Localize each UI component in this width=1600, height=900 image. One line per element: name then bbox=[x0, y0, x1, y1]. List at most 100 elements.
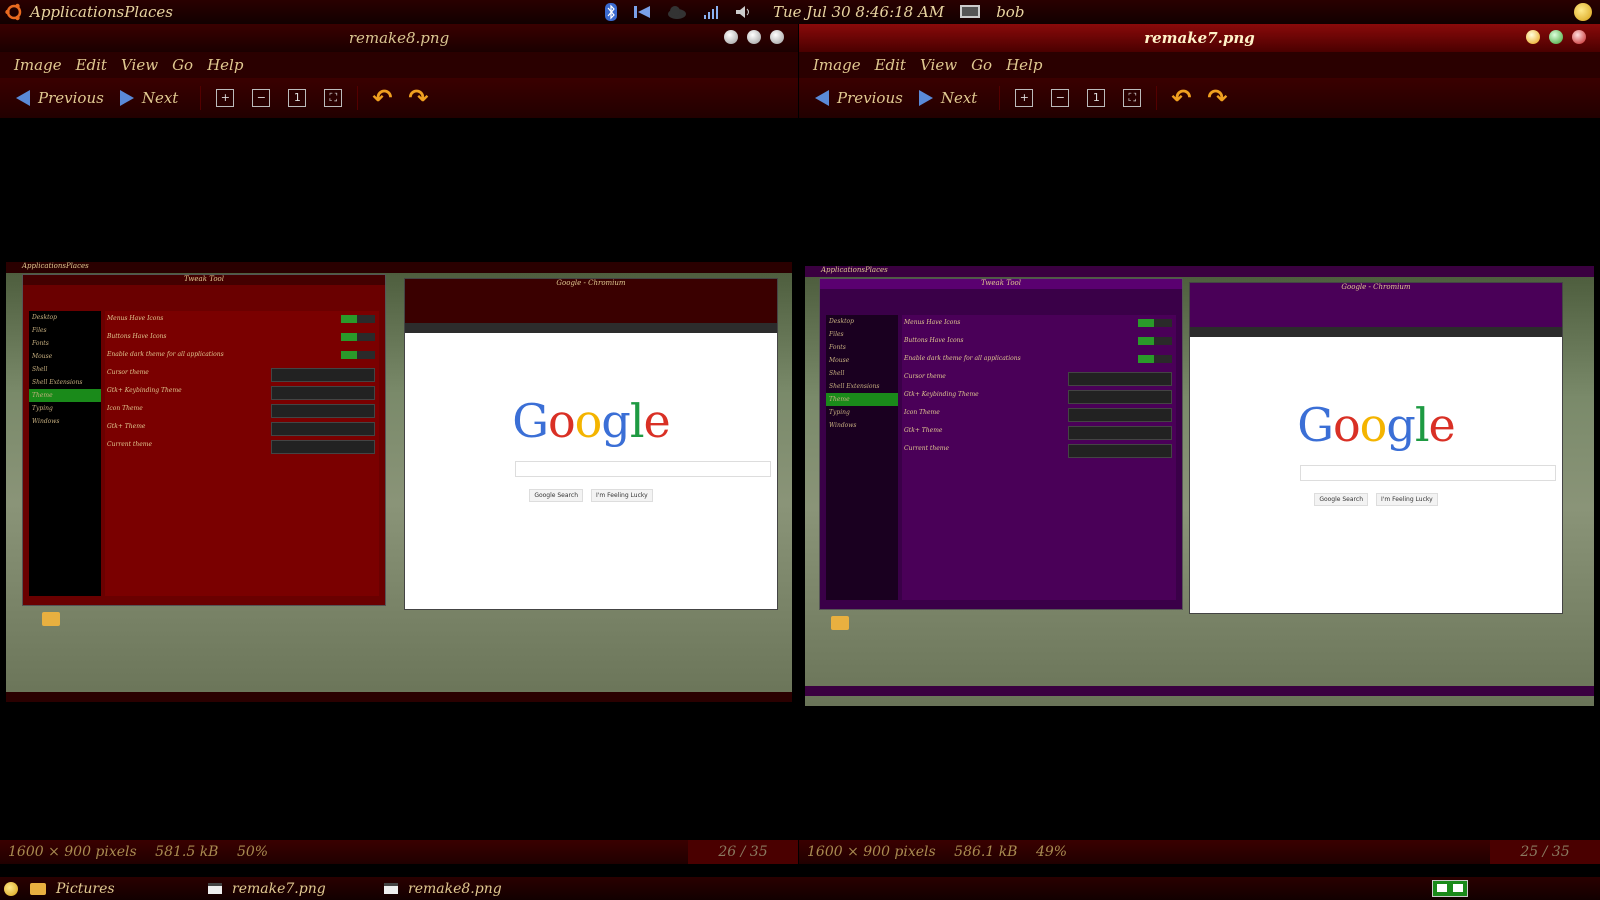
mini-row-label: Gtk+ Keybinding Theme bbox=[904, 391, 979, 398]
next-button[interactable]: Next bbox=[119, 89, 178, 107]
taskbar-item-remake8[interactable]: remake8.png bbox=[384, 879, 502, 898]
mini-settings-body: Menus Have Icons Buttons Have Icons Enab… bbox=[902, 315, 1176, 600]
workspace-switcher[interactable] bbox=[1432, 880, 1468, 897]
image-viewer-window-left: remake8.png Image Edit View Go Help Prev… bbox=[0, 24, 798, 877]
next-button[interactable]: Next bbox=[918, 89, 978, 107]
minimize-button[interactable] bbox=[1526, 30, 1540, 44]
zoom-level: 49% bbox=[1035, 844, 1068, 860]
mini-browser-window: Google - Chromium Google Google Search I… bbox=[404, 278, 778, 610]
user-name[interactable]: bob bbox=[996, 3, 1024, 21]
toolbar-separator bbox=[357, 86, 359, 110]
shutdown-icon[interactable] bbox=[1574, 3, 1592, 21]
mini-row-label: Icon Theme bbox=[107, 405, 143, 412]
zoom-fit-icon[interactable]: ⛶ bbox=[324, 89, 343, 107]
top-panel: ApplicationsPlaces Tue Jul 30 8:46:18 AM… bbox=[0, 0, 1600, 24]
user-monitor-icon[interactable] bbox=[960, 4, 981, 20]
image-counter: 25 / 35 bbox=[1490, 840, 1600, 864]
mini-bottom-panel bbox=[6, 692, 792, 702]
zoom-normal-icon[interactable]: 1 bbox=[288, 89, 307, 107]
mini-row-label: Enable dark theme for all applications bbox=[107, 351, 224, 358]
window-icon bbox=[208, 883, 222, 894]
window-title: remake7.png bbox=[1144, 29, 1255, 47]
clock[interactable]: Tue Jul 30 8:46:18 AM bbox=[773, 3, 944, 21]
maximize-button[interactable] bbox=[747, 30, 761, 44]
close-button[interactable] bbox=[1572, 30, 1586, 44]
rotate-left-icon[interactable]: ↶ bbox=[1171, 86, 1191, 110]
menu-view[interactable]: View bbox=[920, 56, 957, 74]
taskbar-item-label: remake8.png bbox=[408, 880, 502, 897]
close-button[interactable] bbox=[770, 30, 784, 44]
image-display-area[interactable]: ApplicationsPlaces Tweak Tool Desktop Fi… bbox=[805, 118, 1594, 840]
mini-sidebar-item-selected: Theme bbox=[826, 393, 898, 406]
toolbar: Previous Next + − 1 ⛶ ↶ ↷ bbox=[799, 78, 1600, 118]
menu-edit[interactable]: Edit bbox=[76, 56, 107, 74]
mini-row-label: Buttons Have Icons bbox=[107, 333, 167, 340]
bottom-panel: Pictures remake7.png remake8.png bbox=[0, 877, 1600, 900]
maximize-button[interactable] bbox=[1549, 30, 1563, 44]
mini-bottom-panel bbox=[805, 686, 1594, 696]
titlebar[interactable]: remake7.png bbox=[799, 24, 1600, 52]
mini-browser-title: Google - Chromium bbox=[1341, 283, 1411, 291]
mini-tweak-tool-window: Tweak Tool Desktop Files Fonts Mouse She… bbox=[22, 274, 386, 606]
image-display-area[interactable]: ApplicationsPlaces Tweak Tool Desktop Fi… bbox=[6, 118, 792, 840]
network-signal-icon[interactable] bbox=[703, 4, 719, 20]
cloud-icon[interactable] bbox=[667, 5, 687, 19]
mini-sidebar-item: Mouse bbox=[32, 353, 53, 360]
menu-view[interactable]: View bbox=[121, 56, 158, 74]
zoom-out-icon[interactable]: − bbox=[1051, 89, 1070, 107]
media-skip-back-icon[interactable] bbox=[633, 4, 651, 20]
zoom-normal-icon[interactable]: 1 bbox=[1087, 89, 1106, 107]
mini-sidebar-item: Desktop bbox=[32, 314, 57, 321]
ubuntu-logo-icon[interactable] bbox=[4, 2, 24, 22]
mini-tweak-title: Tweak Tool bbox=[820, 279, 1182, 289]
displayed-screenshot: ApplicationsPlaces Tweak Tool Desktop Fi… bbox=[6, 262, 792, 702]
mini-row-label: Menus Have Icons bbox=[107, 315, 164, 322]
mini-lucky-button: I'm Feeling Lucky bbox=[1376, 493, 1438, 506]
show-desktop-button[interactable] bbox=[4, 879, 18, 898]
previous-button[interactable]: Previous bbox=[16, 89, 104, 107]
rotate-right-icon[interactable]: ↷ bbox=[1207, 86, 1227, 110]
next-label: Next bbox=[940, 89, 978, 107]
image-dimensions: 1600 × 900 pixels bbox=[8, 844, 137, 860]
mini-menu-label: ApplicationsPlaces bbox=[22, 262, 89, 270]
menu-go[interactable]: Go bbox=[971, 56, 992, 74]
zoom-in-icon[interactable]: + bbox=[216, 89, 235, 107]
mini-top-panel: ApplicationsPlaces bbox=[805, 266, 1594, 277]
menu-help[interactable]: Help bbox=[1006, 56, 1042, 74]
image-viewer-window-right: remake7.png Image Edit View Go Help Prev… bbox=[799, 24, 1600, 877]
mini-row-label: Cursor theme bbox=[107, 369, 149, 376]
previous-button[interactable]: Previous bbox=[815, 89, 903, 107]
taskbar-item-pictures[interactable]: Pictures bbox=[30, 879, 115, 898]
zoom-out-icon[interactable]: − bbox=[252, 89, 271, 107]
titlebar[interactable]: remake8.png bbox=[0, 24, 798, 52]
menubar: Image Edit View Go Help bbox=[799, 52, 1600, 78]
minimize-button[interactable] bbox=[724, 30, 738, 44]
rotate-right-icon[interactable]: ↷ bbox=[408, 86, 428, 110]
mini-row-label: Enable dark theme for all applications bbox=[904, 355, 1021, 362]
zoom-in-icon[interactable]: + bbox=[1015, 89, 1034, 107]
menu-go[interactable]: Go bbox=[172, 56, 193, 74]
mini-google-search-button: Google Search bbox=[529, 489, 583, 502]
google-logo: Google bbox=[1297, 398, 1456, 452]
bluetooth-icon[interactable] bbox=[605, 3, 617, 21]
zoom-fit-icon[interactable]: ⛶ bbox=[1123, 89, 1142, 107]
taskbar-item-remake7[interactable]: remake7.png bbox=[208, 879, 326, 898]
system-tray: Tue Jul 30 8:46:18 AM bob bbox=[605, 2, 1024, 22]
menu-image[interactable]: Image bbox=[813, 56, 861, 74]
mini-row-label: Buttons Have Icons bbox=[904, 337, 964, 344]
arrow-left-icon bbox=[815, 90, 829, 106]
menu-help[interactable]: Help bbox=[207, 56, 243, 74]
zoom-level: 50% bbox=[236, 844, 269, 860]
mini-settings-body: Menus Have Icons Buttons Have Icons Enab… bbox=[105, 311, 379, 596]
mini-sidebar-item: Desktop bbox=[829, 318, 854, 325]
menu-edit[interactable]: Edit bbox=[875, 56, 906, 74]
arrow-right-icon bbox=[119, 90, 134, 106]
file-size: 581.5 kB bbox=[155, 844, 219, 860]
mini-sidebar-item: Shell Extensions bbox=[829, 383, 880, 390]
applications-places-menu[interactable]: ApplicationsPlaces bbox=[30, 3, 173, 21]
file-size: 586.1 kB bbox=[954, 844, 1018, 860]
mini-google-bar bbox=[1190, 327, 1562, 337]
menu-image[interactable]: Image bbox=[14, 56, 62, 74]
rotate-left-icon[interactable]: ↶ bbox=[372, 86, 392, 110]
volume-icon[interactable] bbox=[735, 4, 753, 20]
